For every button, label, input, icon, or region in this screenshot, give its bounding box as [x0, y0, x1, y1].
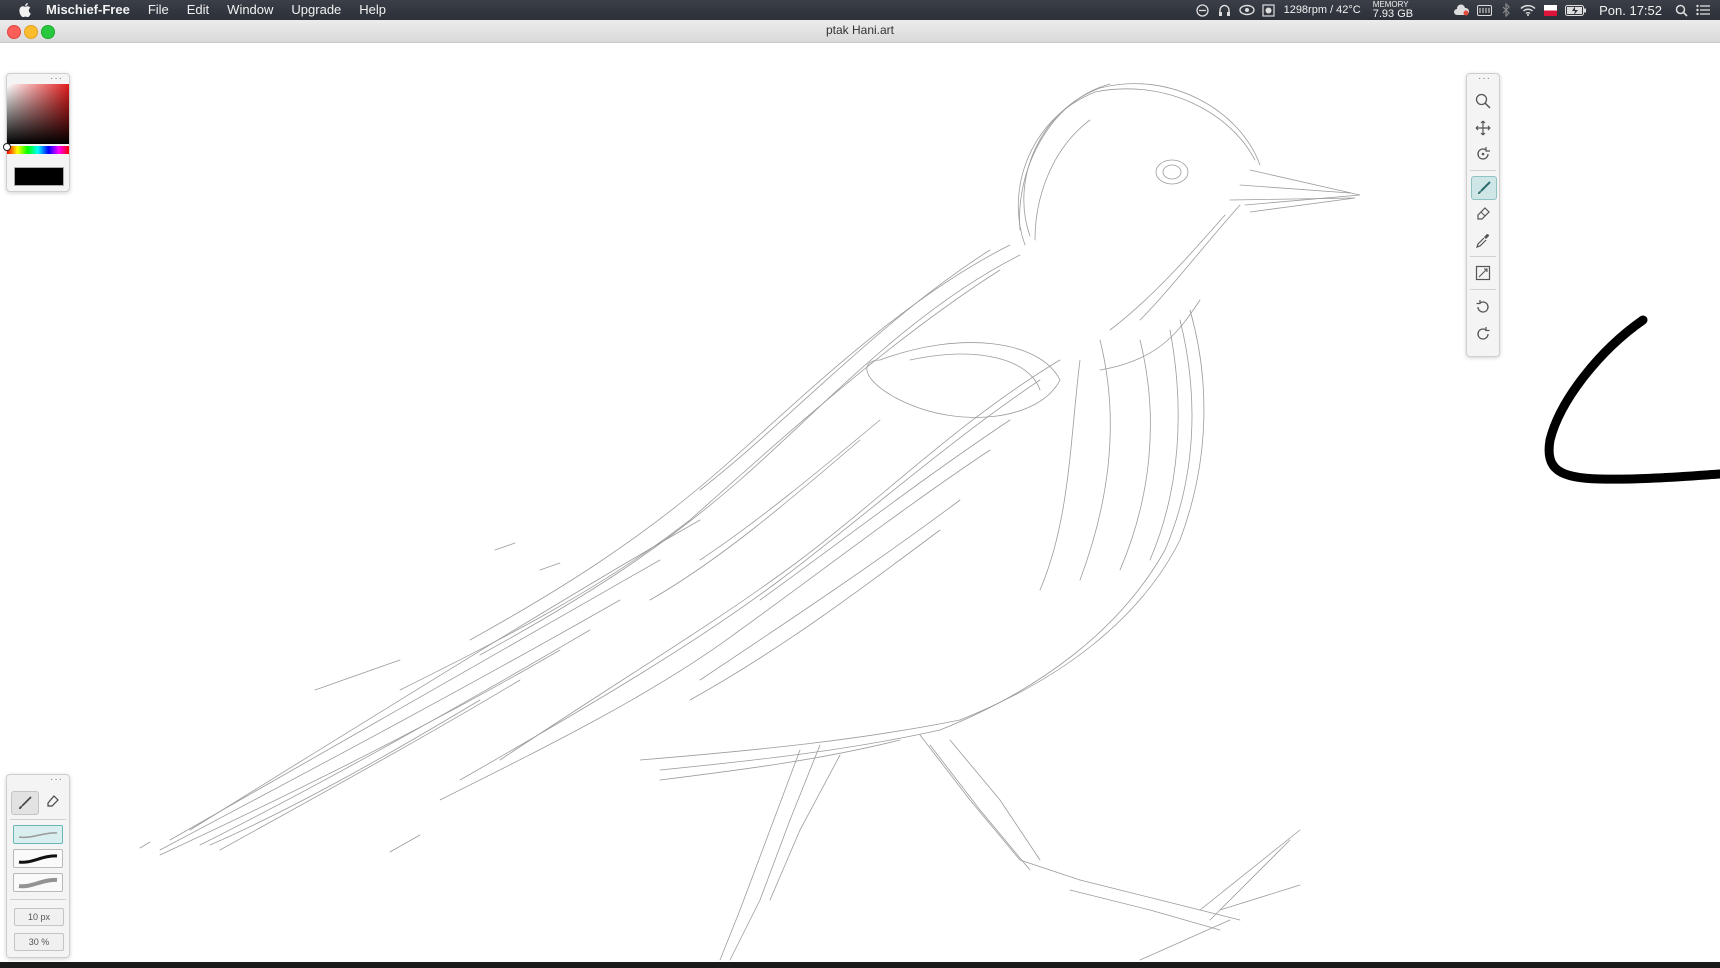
color-picker-handle[interactable] [3, 143, 11, 151]
menu-edit[interactable]: Edit [178, 0, 218, 20]
hue-slider[interactable] [7, 146, 69, 154]
memory-value: 7.93 GB [1372, 7, 1414, 20]
eraser-mode-icon[interactable] [39, 791, 65, 813]
brush-panel: ··· 10 px 30 % [6, 774, 70, 958]
window-bottom-edge [0, 962, 1720, 968]
brush-panel-menu-icon[interactable]: ··· [50, 775, 63, 785]
color-picker-panel: ··· [3, 73, 70, 192]
menu-file[interactable]: File [139, 0, 178, 20]
status-area: 1298rpm / 42°C MEMORY 7.93 GB Pon. 17:52 [1192, 0, 1720, 20]
eraser-icon[interactable] [1471, 203, 1495, 225]
brush-mode-icon[interactable] [11, 791, 39, 815]
brush-preset-ink[interactable] [13, 849, 63, 868]
apple-icon[interactable] [16, 0, 34, 20]
keyboard-icon[interactable] [1473, 0, 1495, 20]
fan-temp-readout: 1298rpm / 42°C [1283, 4, 1361, 16]
backup-icon[interactable] [1451, 0, 1473, 20]
creative-cloud-icon[interactable] [1236, 0, 1258, 20]
memory-readout: MEMORY 7.93 GB [1365, 0, 1421, 20]
brush-preset-pencil[interactable] [13, 825, 63, 844]
fan-icon[interactable] [1258, 0, 1280, 20]
menu-window[interactable]: Window [218, 0, 282, 20]
current-color-swatch[interactable] [14, 167, 64, 186]
do-not-disturb-icon[interactable] [1192, 0, 1214, 20]
spotlight-search-icon[interactable] [1670, 0, 1692, 20]
toolbar-divider [1470, 170, 1496, 171]
window-titlebar: ptak Hani.art [0, 20, 1720, 43]
drawing-canvas[interactable] [0, 43, 1720, 962]
toolbar-menu-icon[interactable]: ··· [1478, 74, 1491, 84]
menu-app[interactable]: Mischief-Free [34, 0, 139, 20]
brush-panel-divider [10, 819, 66, 820]
tool-palette: ··· [1466, 73, 1500, 357]
canvas-size-icon[interactable] [1471, 262, 1495, 284]
pan-icon[interactable] [1471, 117, 1495, 139]
brush-icon[interactable] [1471, 176, 1497, 200]
rotate-icon[interactable] [1471, 143, 1495, 165]
brush-preset-soft[interactable] [13, 873, 63, 892]
panel-menu-icon[interactable]: ··· [50, 74, 63, 84]
undo-icon[interactable] [1471, 296, 1495, 318]
menubar: Mischief-Free File Edit Window Upgrade H… [0, 0, 1720, 20]
saturation-value-square[interactable] [7, 84, 69, 144]
notification-center-icon[interactable] [1692, 0, 1714, 20]
input-source-flag-icon[interactable] [1539, 0, 1561, 20]
zoom-icon[interactable] [1471, 90, 1495, 112]
toolbar-divider [1470, 289, 1496, 290]
bluetooth-icon[interactable] [1495, 0, 1517, 20]
clock[interactable]: Pon. 17:52 [1591, 3, 1670, 18]
brush-opacity-field[interactable]: 30 % [14, 933, 64, 951]
wifi-icon[interactable] [1517, 0, 1539, 20]
sketch-artwork [139, 83, 1720, 961]
toolbar-divider [1470, 256, 1496, 257]
menu-upgrade[interactable]: Upgrade [282, 0, 350, 20]
eyedropper-icon[interactable] [1471, 229, 1495, 251]
redo-icon[interactable] [1471, 323, 1495, 345]
headphones-icon[interactable] [1214, 0, 1236, 20]
brush-panel-divider [10, 899, 66, 900]
battery-icon[interactable] [1561, 0, 1591, 20]
brush-size-field[interactable]: 10 px [14, 908, 64, 926]
menu-help[interactable]: Help [350, 0, 395, 20]
window-title: ptak Hani.art [825, 23, 895, 37]
